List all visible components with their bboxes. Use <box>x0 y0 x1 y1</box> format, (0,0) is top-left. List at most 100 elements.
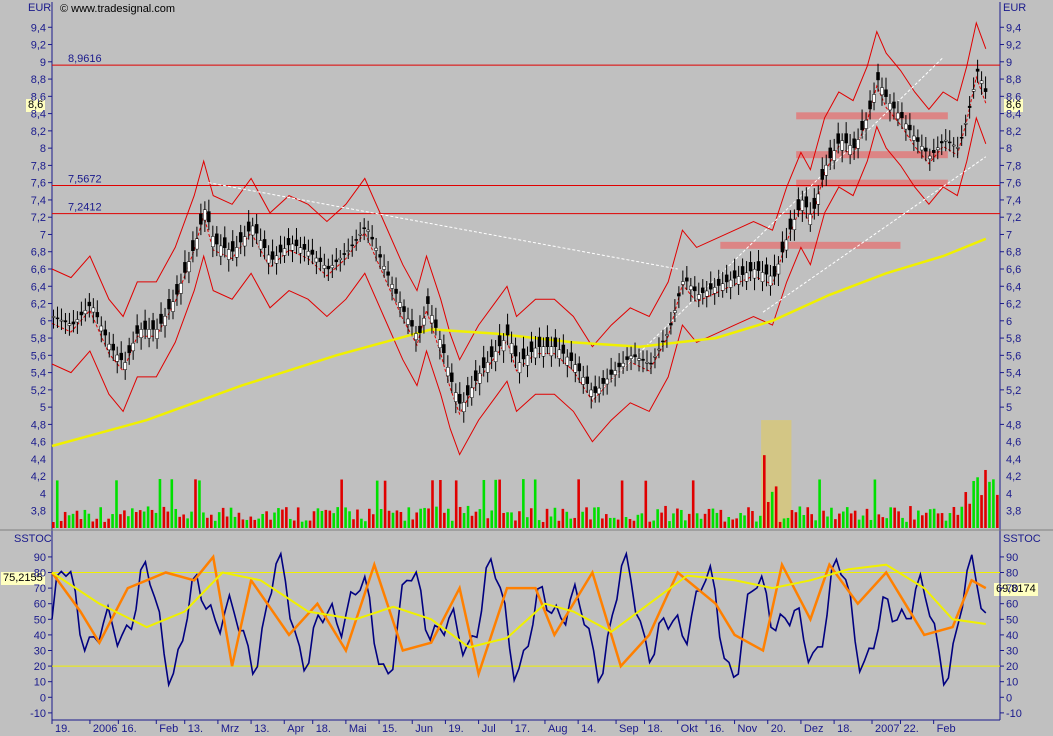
candle-body <box>617 362 621 368</box>
volume-bar <box>691 480 695 528</box>
candle-body <box>509 343 514 354</box>
volume-tick-label-left: 4,4 <box>31 454 46 466</box>
candle-body <box>250 225 255 236</box>
candle-body <box>63 320 68 323</box>
candle-body <box>521 348 526 360</box>
candle-body <box>561 344 566 354</box>
volume-bar <box>770 491 774 528</box>
price-tick-label-right: 8,6 <box>1006 91 1021 103</box>
candle-body <box>951 144 956 147</box>
candle-body <box>649 362 653 365</box>
price-tick-label-right: 4,8 <box>1006 419 1021 431</box>
volume-bar <box>296 507 300 528</box>
volume-bar <box>980 495 983 528</box>
candle-body <box>358 233 362 236</box>
candle-body <box>979 80 984 84</box>
candle-body <box>744 272 749 282</box>
volume-bar <box>830 507 833 528</box>
candle-body <box>657 348 661 351</box>
volume-bar <box>328 510 332 528</box>
candle-body <box>469 387 474 398</box>
candle-body <box>800 199 805 211</box>
volume-bar <box>304 520 308 528</box>
stoch-tick-label-left: 20 <box>34 661 46 673</box>
candle-body <box>565 356 570 366</box>
volume-bar <box>221 507 225 528</box>
volume-bar <box>462 513 466 528</box>
candle-body <box>625 356 629 360</box>
candle-body <box>382 266 386 270</box>
candle-body <box>402 306 406 312</box>
candle-body <box>171 301 175 312</box>
volume-bar <box>225 516 229 528</box>
candle-body <box>756 261 761 271</box>
volume-bar <box>186 518 189 528</box>
candle-body <box>151 320 155 330</box>
x-tick-label: Nov <box>738 723 758 735</box>
volume-bar <box>111 514 114 528</box>
candle-body <box>91 307 96 313</box>
candle-body <box>199 213 203 225</box>
candle-body <box>529 341 534 352</box>
volume-bar <box>853 510 857 528</box>
x-tick-label: Okt <box>681 723 698 735</box>
candle-body <box>840 140 844 151</box>
candle-body <box>537 336 542 347</box>
volume-bar <box>450 520 454 528</box>
volume-bar <box>921 515 924 528</box>
volume-bar <box>300 521 304 528</box>
price-tick-label-left: 5,6 <box>31 350 46 362</box>
candle-body <box>75 319 80 323</box>
volume-bar <box>103 521 106 528</box>
candle-body <box>856 139 860 149</box>
volume-bar <box>541 521 545 528</box>
volume-bar <box>822 510 825 528</box>
volume-bar <box>759 515 762 528</box>
x-tick-label: Mrz <box>221 723 239 735</box>
volume-bar <box>308 520 312 528</box>
candle-body <box>589 389 593 397</box>
price-tick-label-right: 6 <box>1006 316 1012 328</box>
volume-bar <box>612 517 616 528</box>
candle-body <box>458 393 462 404</box>
volume-bar <box>936 513 940 528</box>
candle-body <box>326 265 331 270</box>
volume-bar <box>782 518 786 528</box>
candle-body <box>318 257 323 262</box>
candle-body <box>107 343 112 351</box>
price-tick-label-right: 8 <box>1006 143 1012 155</box>
volume-bar <box>857 519 861 528</box>
x-tick-label: Sep <box>619 723 639 735</box>
candle-body <box>119 352 123 361</box>
candle-body <box>87 301 92 307</box>
volume-bar <box>466 505 470 528</box>
candle-body <box>254 224 259 234</box>
price-tick-label-right: 8,2 <box>1006 126 1021 138</box>
candle-body <box>346 250 351 252</box>
horizontal-level-label: 7,5672 <box>68 173 102 185</box>
candle-body <box>143 320 147 330</box>
stoch-fast-line <box>51 550 987 688</box>
volume-bar <box>360 518 363 528</box>
candle-body <box>234 247 239 258</box>
price-tick-label-right: 9 <box>1006 57 1012 69</box>
candle-body <box>581 377 586 385</box>
x-tick-label: 13. <box>254 723 269 735</box>
volume-bar <box>395 510 399 528</box>
candle-body <box>908 124 912 131</box>
volume-bar <box>814 520 817 528</box>
candle-body <box>497 335 502 347</box>
volume-bar <box>99 507 102 528</box>
volume-bar <box>419 508 422 528</box>
volume-bar <box>845 507 849 528</box>
x-tick-label: 16. <box>121 723 136 735</box>
price-tick-label-left: 5,2 <box>31 385 46 397</box>
candle-body <box>71 321 76 325</box>
stoch-signal-line <box>51 563 986 649</box>
candle-body <box>820 169 825 180</box>
price-tick-label-left: 9 <box>40 57 46 69</box>
price-tick-label-right: 9,2 <box>1006 40 1021 52</box>
volume-bar <box>984 469 987 528</box>
volume-bar <box>660 512 663 528</box>
candle-body <box>740 266 745 275</box>
